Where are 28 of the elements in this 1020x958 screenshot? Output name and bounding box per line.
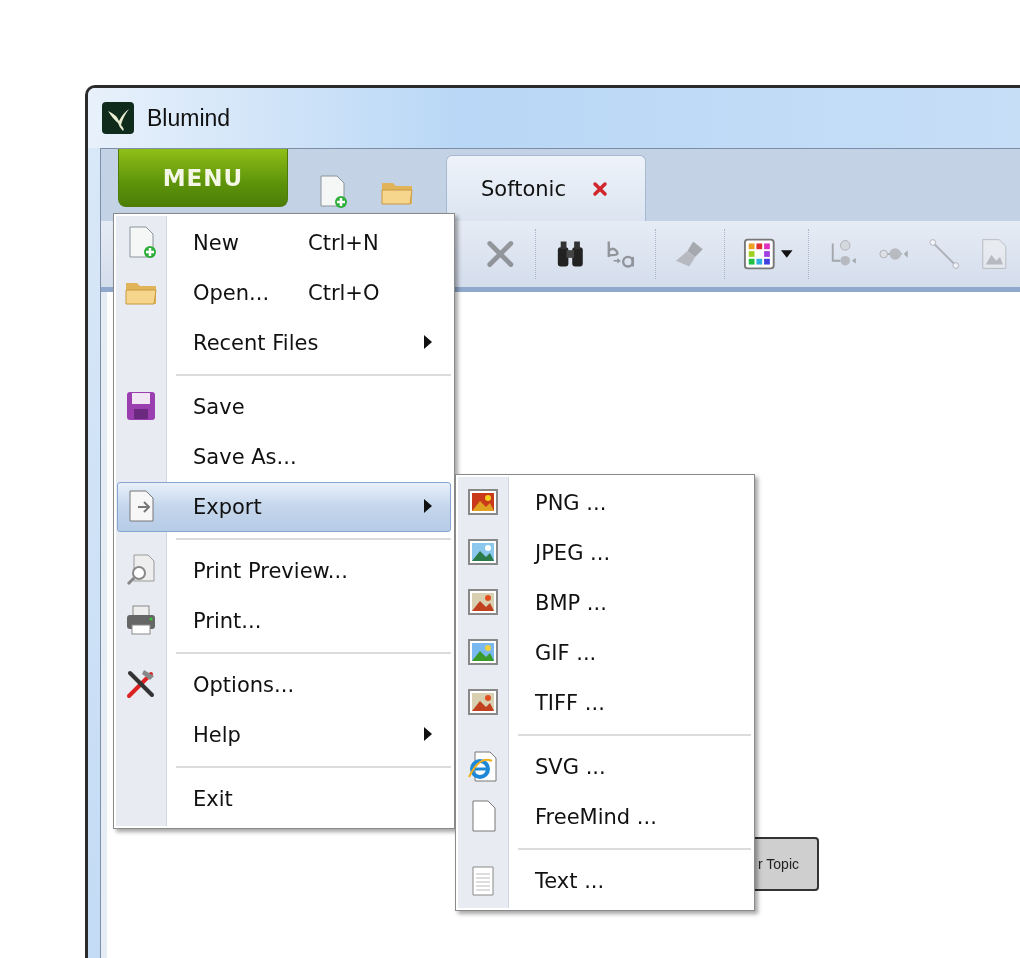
menu-item[interactable]: Save As...: [117, 432, 451, 482]
menu-item[interactable]: Help: [117, 710, 451, 760]
menu-item[interactable]: PNG ...: [459, 478, 751, 528]
menu-item[interactable]: GIF ...: [459, 628, 751, 678]
menu-item[interactable]: Save: [117, 382, 451, 432]
menu-item[interactable]: JPEG ...: [459, 528, 751, 578]
web-document-icon: [466, 749, 500, 783]
menu-item[interactable]: TIFF ...: [459, 678, 751, 728]
menu-item[interactable]: Open... Ctrl+O: [117, 268, 451, 318]
shortcut-text: Ctrl+N: [308, 231, 379, 255]
menu-item[interactable]: New Ctrl+N: [117, 218, 451, 268]
menu-item[interactable]: Print...: [117, 596, 451, 646]
color-grid-icon[interactable]: [743, 237, 777, 271]
print-preview-icon: [124, 553, 158, 587]
menu-item[interactable]: SVG ...: [459, 742, 751, 792]
shortcut-text: Ctrl+O: [308, 281, 380, 305]
app-logo-icon: [101, 101, 135, 135]
dropdown-caret-icon[interactable]: [781, 250, 793, 258]
menu-item[interactable]: BMP ...: [459, 578, 751, 628]
menu-item[interactable]: Print Preview...: [117, 546, 451, 596]
tab[interactable]: Softonic: [446, 155, 646, 221]
close-icon[interactable]: [592, 180, 608, 197]
menu-item[interactable]: Export: [117, 482, 451, 532]
window-title: Blumind: [147, 104, 231, 132]
menu-item[interactable]: Options...: [117, 660, 451, 710]
printer-icon: [124, 603, 158, 637]
menu-item[interactable]: Recent Files: [117, 318, 451, 368]
menu-item[interactable]: Exit: [117, 774, 451, 824]
